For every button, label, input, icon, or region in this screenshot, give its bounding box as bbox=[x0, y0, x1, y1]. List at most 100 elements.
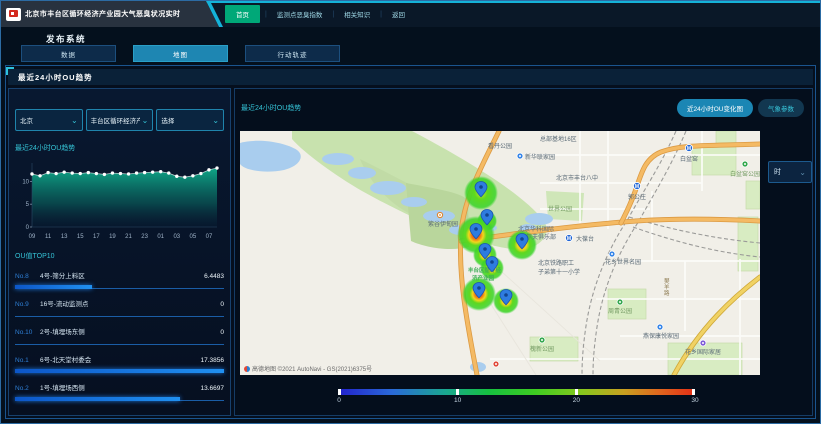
nav-separator: | bbox=[380, 11, 382, 18]
map-label: 北京铁路职工 bbox=[538, 259, 574, 267]
site-name: 4号-筛分上料区 bbox=[40, 270, 85, 280]
blue-poi-icon bbox=[657, 324, 663, 330]
map-mode-buttons: 近24小时OU变化图气象参数 bbox=[677, 99, 804, 117]
rank-badge: No.2 bbox=[15, 385, 40, 392]
green-poi-icon bbox=[742, 161, 748, 167]
park-select[interactable]: 丰台区循环经济产⌄ bbox=[86, 109, 154, 131]
main-panel: 最近24小时OU趋势 北京 ⌄ 丰台区循环经济产⌄选择⌄ 最近24小时OU趋势 0 5… bbox=[5, 65, 816, 419]
map-canvas[interactable]: MMM 看丹公园总部基地16区新华联家园北京市丰台八中郭公庄白盆窑白盆窑公园世界… bbox=[240, 131, 760, 375]
map-label: 燕保康悦家园 bbox=[643, 332, 679, 340]
ou-value: 0 bbox=[220, 329, 224, 336]
map-label: 子弟第十一小学 bbox=[538, 268, 580, 276]
map-base bbox=[240, 131, 760, 375]
ranking-row: No.102号-填埋场东侧 0 bbox=[15, 326, 224, 345]
map-header: 最近24小时OU趋势 近24小时OU变化图气象参数 bbox=[235, 89, 812, 117]
site-select-value: 选择 bbox=[161, 115, 174, 125]
blue-poi-icon bbox=[609, 251, 615, 257]
heat-scale-legend: 0102030 bbox=[339, 389, 695, 407]
nav-item-knowledge[interactable]: 相关知识 bbox=[339, 7, 375, 21]
map-label: 白盆窑 bbox=[680, 155, 698, 163]
topbar: 北京市丰台区循环经济产业园大气恶臭状况实时 首页|监测点恶臭指数|相关知识|返回 bbox=[1, 1, 820, 27]
dashboard-root: 北京市丰台区循环经济产业园大气恶臭状况实时 首页|监测点恶臭指数|相关知识|返回… bbox=[0, 0, 821, 424]
app-logo-icon bbox=[6, 8, 21, 21]
view-tabs: 数据地图行动轨迹 bbox=[21, 45, 340, 62]
map-hour-select[interactable]: 时 ⌄ bbox=[768, 161, 812, 183]
tab-track[interactable]: 行动轨迹 bbox=[245, 45, 340, 62]
map-label: 世界公园 bbox=[548, 205, 572, 213]
rank-badge: No.1 bbox=[15, 357, 40, 364]
section-header: 最近24小时OU趋势 bbox=[8, 69, 813, 85]
park-select-value: 丰台区循环经济产 bbox=[91, 115, 140, 125]
main-nav: 首页|监测点恶臭指数|相关知识|返回 bbox=[225, 1, 410, 27]
map-svg[interactable]: MMM 看丹公园总部基地16区新华联家园北京市丰台八中郭公庄白盆窑白盆窑公园世界… bbox=[240, 131, 760, 375]
svg-text:5: 5 bbox=[26, 202, 30, 208]
ranking-row-line: No.84号-筛分上料区6.4483 bbox=[15, 270, 224, 280]
map-label: 周青公园 bbox=[608, 307, 632, 315]
blue-poi-icon bbox=[517, 153, 523, 159]
map-attribution: 高德地图 ©2021 AutoNavi - GS(2021)6375号 bbox=[244, 364, 372, 373]
tab-map[interactable]: 地图 bbox=[133, 45, 228, 62]
map-panel: 最近24小时OU趋势 近24小时OU变化图气象参数 bbox=[234, 88, 813, 416]
rank-bar bbox=[15, 369, 224, 373]
site-select[interactable]: 选择⌄ bbox=[156, 109, 224, 131]
rank-bar-track bbox=[15, 312, 224, 317]
ranking-row: No.84号-筛分上料区6.4483 bbox=[15, 270, 224, 289]
chevron-down-icon: ⌄ bbox=[71, 116, 78, 125]
heat-scale-tick-label: 10 bbox=[451, 397, 465, 404]
site-name: 16号-流动监测点 bbox=[40, 298, 88, 308]
autonavi-logo-icon bbox=[244, 366, 250, 372]
map-label: 樊羊路 bbox=[664, 277, 670, 297]
metro-poi-icon: M bbox=[685, 144, 692, 151]
heat-scale-mark bbox=[692, 389, 695, 395]
rank-badge: No.10 bbox=[15, 329, 40, 336]
ranking-row: No.21号-填埋场西侧13.6697 bbox=[15, 382, 224, 401]
svg-text:0: 0 bbox=[26, 225, 30, 231]
map-label: 北京华科国际 bbox=[518, 225, 554, 233]
map-label: 济产业园 bbox=[472, 274, 495, 282]
map-hour-select-value: 时 bbox=[774, 167, 781, 177]
tab-data[interactable]: 数据 bbox=[21, 45, 116, 62]
metro-poi-icon: M bbox=[565, 234, 572, 241]
green-poi-icon bbox=[617, 299, 623, 305]
ranking-row: No.916号-流动监测点0 bbox=[15, 298, 224, 317]
heat-scale-gradient bbox=[339, 389, 695, 395]
ou-24h-map-button[interactable]: 近24小时OU变化图 bbox=[677, 99, 753, 117]
map-poi-static bbox=[493, 361, 499, 367]
svg-text:19: 19 bbox=[109, 234, 116, 240]
svg-text:M: M bbox=[687, 146, 691, 152]
purple-poi-icon bbox=[700, 340, 706, 346]
svg-text:M: M bbox=[635, 184, 639, 190]
nav-item-home[interactable]: 首页 bbox=[225, 5, 260, 23]
map-label: 北京市丰台八中 bbox=[556, 174, 598, 182]
city-select[interactable]: 北京 ⌄ bbox=[15, 109, 83, 131]
ring-poi-icon bbox=[437, 212, 442, 217]
nav-item-station-odor-index[interactable]: 监测点恶臭指数 bbox=[272, 7, 328, 21]
svg-text:M: M bbox=[567, 236, 571, 242]
svg-text:17: 17 bbox=[93, 234, 100, 240]
site-name: 2号-填埋场东侧 bbox=[40, 326, 85, 336]
site-name: 1号-填埋场西侧 bbox=[40, 382, 85, 392]
nav-item-back[interactable]: 返回 bbox=[387, 7, 410, 21]
city-select-value: 北京 bbox=[20, 115, 33, 125]
map-panel-title: 最近24小时OU趋势 bbox=[241, 103, 301, 113]
rank-bar bbox=[15, 397, 180, 401]
map-label: 郭公庄 bbox=[628, 193, 646, 201]
app-title: 北京市丰台区循环经济产业园大气恶臭状况实时 bbox=[25, 9, 180, 19]
map-label: 新华联家园 bbox=[525, 153, 555, 161]
rank-badge: No.8 bbox=[15, 273, 40, 280]
content-area: 北京⌄丰台区循环经济产⌄选择⌄ 最近24小时OU趋势 0510091113151… bbox=[8, 88, 813, 416]
nav-separator: | bbox=[265, 11, 267, 18]
publish-system-label: 发布系统 bbox=[46, 33, 86, 45]
svg-text:23: 23 bbox=[141, 234, 148, 240]
svg-text:21: 21 bbox=[125, 234, 132, 240]
map-label: 总部基地16区 bbox=[540, 135, 577, 143]
ou-trend-chart: 0510091113151719212301030507 bbox=[15, 155, 222, 241]
site-name: 6号-北天堂村委会 bbox=[40, 354, 91, 364]
ranking-row: No.16号-北天堂村委会17.3856 bbox=[15, 354, 224, 373]
heat-scale-mark bbox=[456, 389, 459, 395]
weather-params-button[interactable]: 气象参数 bbox=[758, 99, 804, 117]
ranking-row-line: No.16号-北天堂村委会17.3856 bbox=[15, 354, 224, 364]
ou-value: 0 bbox=[220, 301, 224, 308]
map-label: 丰台区循环经 bbox=[468, 266, 502, 274]
svg-text:03: 03 bbox=[173, 234, 180, 240]
